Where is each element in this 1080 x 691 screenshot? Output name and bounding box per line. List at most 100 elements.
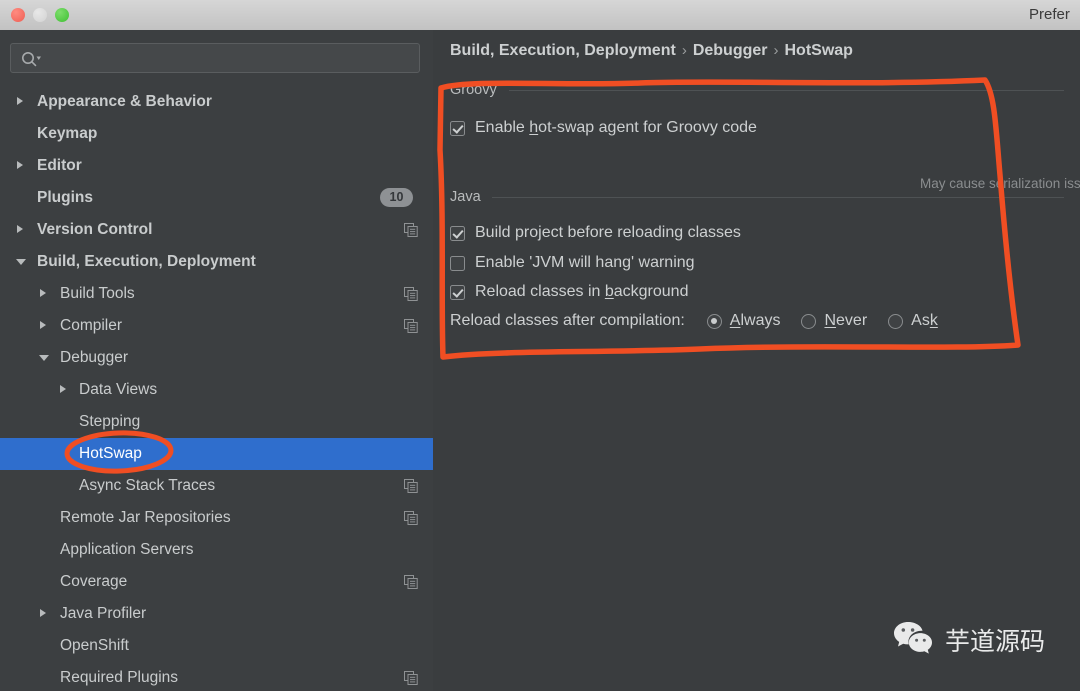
wechat-icon: [893, 620, 933, 659]
settings-panel: Build, Execution, Deployment › Debugger › Ho…: [433, 30, 1080, 691]
copy-settings-icon[interactable]: [404, 287, 418, 306]
sidebar-item-async-stack-traces[interactable]: Async Stack Traces: [0, 470, 433, 502]
maximize-button[interactable]: [55, 8, 69, 22]
breadcrumb-separator: ›: [773, 42, 778, 59]
sidebar-item-appearance-behavior[interactable]: Appearance & Behavior: [0, 86, 433, 118]
checkbox-box[interactable]: [450, 256, 465, 271]
chevron-right-icon[interactable]: [40, 289, 46, 297]
sidebar-item-java-profiler[interactable]: Java Profiler: [0, 598, 433, 630]
chevron-right-icon[interactable]: [17, 161, 23, 169]
window-title: Prefer: [1029, 6, 1070, 23]
sidebar-item-label: Required Plugins: [60, 669, 178, 687]
sidebar-item-label: Version Control: [37, 221, 152, 239]
radio-circle[interactable]: [888, 314, 903, 329]
checkbox-label: Build project before reloading classes: [475, 224, 741, 242]
checkbox-box[interactable]: [450, 226, 465, 241]
copy-settings-icon[interactable]: [404, 511, 418, 530]
sidebar-item-label: Build, Execution, Deployment: [37, 253, 256, 271]
checkbox-box[interactable]: [450, 121, 465, 136]
sidebar-item-build-execution-deployment[interactable]: Build, Execution, Deployment: [0, 246, 433, 278]
radio-label: Ask: [911, 312, 938, 330]
sidebar-item-label: Appearance & Behavior: [37, 93, 212, 111]
group-title-java: Java: [450, 189, 488, 205]
sidebar-item-label: Plugins: [37, 189, 93, 207]
checkbox-reload-classes-background[interactable]: Reload classes in background: [450, 283, 688, 301]
radio-label: Always: [730, 312, 781, 330]
chevron-down-icon[interactable]: [39, 355, 49, 361]
sidebar-item-label: Coverage: [60, 573, 127, 591]
sidebar-item-plugins[interactable]: Plugins 10: [0, 182, 433, 214]
preferences-window: Prefer Appearance & Behavior Keymap Editor…: [0, 0, 1080, 691]
sidebar-item-label: Compiler: [60, 317, 122, 335]
copy-settings-icon[interactable]: [404, 575, 418, 594]
sidebar-item-label: Editor: [37, 157, 82, 175]
checkbox-enable-jvm-hang-warning[interactable]: Enable 'JVM will hang' warning: [450, 254, 695, 272]
checkbox-box[interactable]: [450, 285, 465, 300]
search-icon: [20, 51, 42, 72]
chevron-down-icon[interactable]: [16, 259, 26, 265]
window-controls: [11, 8, 69, 22]
breadcrumb-separator: ›: [682, 42, 687, 59]
search-input[interactable]: [10, 43, 420, 73]
title-bar: Prefer: [0, 0, 1080, 31]
sidebar-item-coverage[interactable]: Coverage: [0, 566, 433, 598]
radio-circle[interactable]: [801, 314, 816, 329]
sidebar-item-data-views[interactable]: Data Views: [0, 374, 433, 406]
plugins-count-badge: 10: [380, 188, 413, 207]
copy-settings-icon[interactable]: [404, 223, 418, 242]
sidebar-item-version-control[interactable]: Version Control: [0, 214, 433, 246]
reload-after-compilation-label: Reload classes after compilation:: [450, 312, 685, 330]
sidebar-item-label: Keymap: [37, 125, 97, 143]
breadcrumb: Build, Execution, Deployment › Debugger › Ho…: [450, 42, 853, 60]
copy-settings-icon[interactable]: [404, 671, 418, 690]
sidebar-item-label: Debugger: [60, 349, 128, 367]
chevron-right-icon[interactable]: [60, 385, 66, 393]
close-button[interactable]: [11, 8, 25, 22]
group-divider-java: [492, 197, 1064, 198]
radio-never[interactable]: Never: [801, 312, 867, 330]
checkbox-label: Reload classes in background: [475, 283, 688, 301]
sidebar-item-debugger[interactable]: Debugger: [0, 342, 433, 374]
sidebar-item-label: HotSwap: [79, 445, 142, 463]
sidebar-item-label: Application Servers: [60, 541, 194, 559]
copy-settings-icon[interactable]: [404, 319, 418, 338]
watermark: 芋道源码: [893, 620, 1045, 659]
radio-ask[interactable]: Ask: [888, 312, 938, 330]
checkbox-label: Enable 'JVM will hang' warning: [475, 254, 695, 272]
settings-tree: Appearance & Behavior Keymap Editor Plugins…: [0, 86, 433, 691]
sidebar-item-label: Remote Jar Repositories: [60, 509, 231, 527]
sidebar-item-keymap[interactable]: Keymap: [0, 118, 433, 150]
radio-always[interactable]: Always: [707, 312, 781, 330]
breadcrumb-part[interactable]: Build, Execution, Deployment: [450, 42, 676, 59]
breadcrumb-part[interactable]: Debugger: [693, 42, 768, 59]
group-divider-groovy: [509, 90, 1064, 91]
sidebar-item-required-plugins[interactable]: Required Plugins: [0, 662, 433, 691]
checkbox-enable-groovy-hotswap[interactable]: Enable hot-swap agent for Groovy code: [450, 119, 757, 137]
breadcrumb-part: HotSwap: [784, 42, 852, 59]
watermark-text: 芋道源码: [945, 622, 1045, 658]
chevron-right-icon[interactable]: [40, 609, 46, 617]
chevron-right-icon[interactable]: [40, 321, 46, 329]
sidebar-item-stepping[interactable]: Stepping: [0, 406, 433, 438]
sidebar-item-label: Stepping: [79, 413, 140, 431]
groovy-hint-text: May cause serialization issues in the de…: [920, 176, 1080, 191]
radio-circle[interactable]: [707, 314, 722, 329]
group-title-groovy: Groovy: [450, 82, 504, 98]
copy-settings-icon[interactable]: [404, 479, 418, 498]
sidebar-item-label: Java Profiler: [60, 605, 146, 623]
minimize-button[interactable]: [33, 8, 47, 22]
radio-label: Never: [824, 312, 867, 330]
sidebar-item-openshift[interactable]: OpenShift: [0, 630, 433, 662]
sidebar-item-label: Data Views: [79, 381, 157, 399]
checkbox-label: Enable hot-swap agent for Groovy code: [475, 119, 757, 137]
sidebar-item-label: Async Stack Traces: [79, 477, 215, 495]
sidebar-item-build-tools[interactable]: Build Tools: [0, 278, 433, 310]
chevron-right-icon[interactable]: [17, 225, 23, 233]
sidebar-item-editor[interactable]: Editor: [0, 150, 433, 182]
sidebar-item-application-servers[interactable]: Application Servers: [0, 534, 433, 566]
sidebar-item-compiler[interactable]: Compiler: [0, 310, 433, 342]
chevron-right-icon[interactable]: [17, 97, 23, 105]
sidebar-item-hotswap[interactable]: HotSwap: [0, 438, 433, 470]
sidebar-item-remote-jar-repositories[interactable]: Remote Jar Repositories: [0, 502, 433, 534]
checkbox-build-project-before-reloading[interactable]: Build project before reloading classes: [450, 224, 741, 242]
